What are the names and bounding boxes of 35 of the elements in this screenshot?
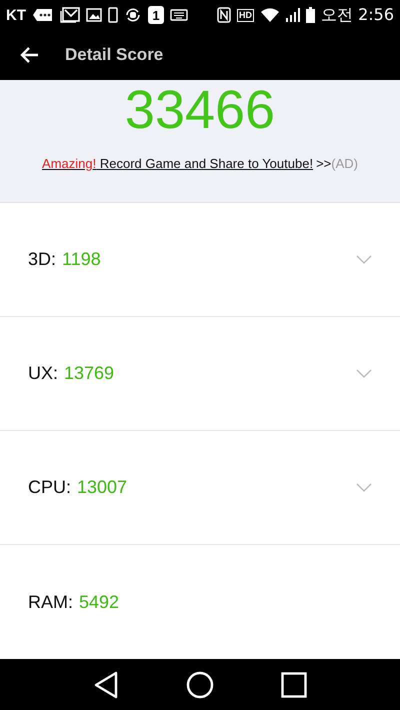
- nfc-icon: [216, 7, 231, 23]
- score-label: CPU:: [28, 477, 72, 498]
- message-icon: [32, 8, 54, 22]
- score-value: 5492: [79, 592, 120, 612]
- score-value: 13769: [64, 363, 114, 384]
- calendar-icon: 1: [148, 6, 164, 24]
- more-arrows: >>: [316, 156, 332, 171]
- keyboard-icon: [170, 9, 188, 21]
- back-icon[interactable]: [93, 671, 120, 699]
- score-label: 3D:: [28, 249, 56, 270]
- signal-icon: [286, 8, 300, 22]
- score-row[interactable]: 3D: 1198: [0, 203, 400, 317]
- sync-icon: [124, 7, 142, 23]
- screen-title: Detail Score: [65, 45, 164, 65]
- hd-icon: HD: [236, 8, 254, 22]
- phone-icon: [108, 7, 118, 23]
- clock-time: 오전 2:56: [320, 4, 394, 26]
- home-icon[interactable]: [186, 671, 214, 699]
- total-score: 33466: [124, 80, 276, 140]
- score-label: RAM:: [28, 592, 73, 612]
- score-row[interactable]: CPU: 13007: [0, 431, 400, 545]
- score-value: 13007: [77, 477, 128, 498]
- battery-icon: [306, 7, 315, 23]
- score-label: UX:: [28, 363, 58, 384]
- recent-apps-icon[interactable]: [280, 672, 307, 698]
- wifi-icon: [260, 7, 280, 23]
- ad-tag: (AD): [331, 156, 358, 171]
- image-icon: [86, 8, 102, 22]
- score-value: 1198: [62, 249, 101, 270]
- mail-icon: [60, 7, 80, 23]
- ad-link[interactable]: Amazing! Record Game and Share to Youtube!: [42, 156, 314, 171]
- score-row[interactable]: RAM: 5492: [0, 545, 400, 659]
- score-row[interactable]: UX: 13769: [0, 317, 400, 431]
- back-arrow-icon[interactable]: [19, 46, 39, 64]
- carrier-label: KT: [6, 6, 26, 24]
